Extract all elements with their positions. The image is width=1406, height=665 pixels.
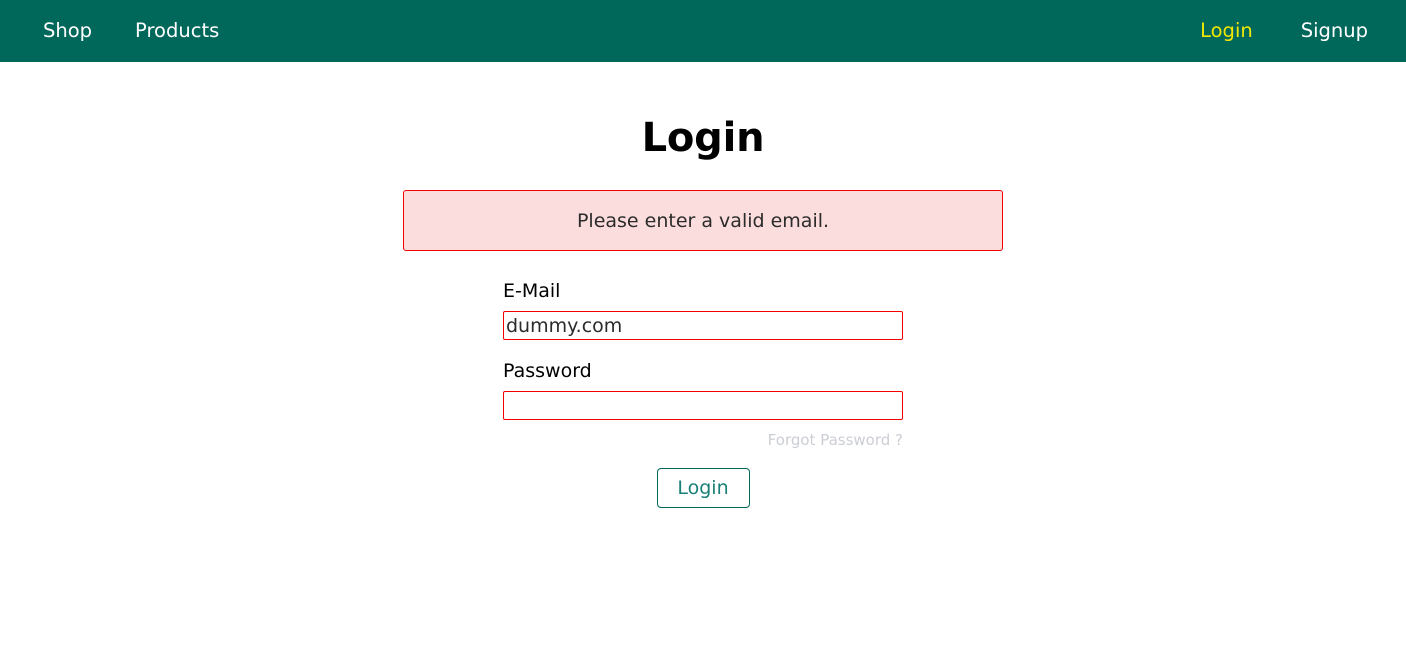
- main-navigation-bar: Shop Products Login Signup: [0, 0, 1406, 62]
- password-field-group: Password: [503, 362, 903, 420]
- nav-link-products[interactable]: Products: [135, 21, 219, 41]
- login-page-main: Login Please enter a valid email. E-Mail…: [0, 62, 1406, 508]
- password-label: Password: [503, 360, 592, 382]
- email-field-group: E-Mail: [503, 282, 903, 340]
- validation-error-banner: Please enter a valid email.: [403, 190, 1003, 251]
- nav-link-login[interactable]: Login: [1200, 21, 1253, 41]
- password-input[interactable]: [503, 391, 903, 420]
- forgot-password-link[interactable]: Forgot Password ?: [768, 431, 903, 449]
- page-title: Login: [641, 115, 765, 161]
- nav-link-signup[interactable]: Signup: [1301, 21, 1368, 41]
- login-form: E-Mail Password Forgot Password ? Login: [503, 251, 903, 508]
- nav-right-group: Login Signup: [1152, 21, 1368, 41]
- submit-row: Login: [503, 468, 903, 508]
- nav-link-shop[interactable]: Shop: [43, 21, 92, 41]
- login-form-wrapper: Please enter a valid email. E-Mail Passw…: [403, 161, 1003, 508]
- email-input[interactable]: [503, 311, 903, 340]
- nav-left-group: Shop Products: [43, 21, 262, 41]
- email-label: E-Mail: [503, 280, 561, 302]
- forgot-password-row: Forgot Password ?: [503, 430, 903, 449]
- login-submit-button[interactable]: Login: [656, 468, 750, 508]
- validation-error-message: Please enter a valid email.: [576, 209, 830, 232]
